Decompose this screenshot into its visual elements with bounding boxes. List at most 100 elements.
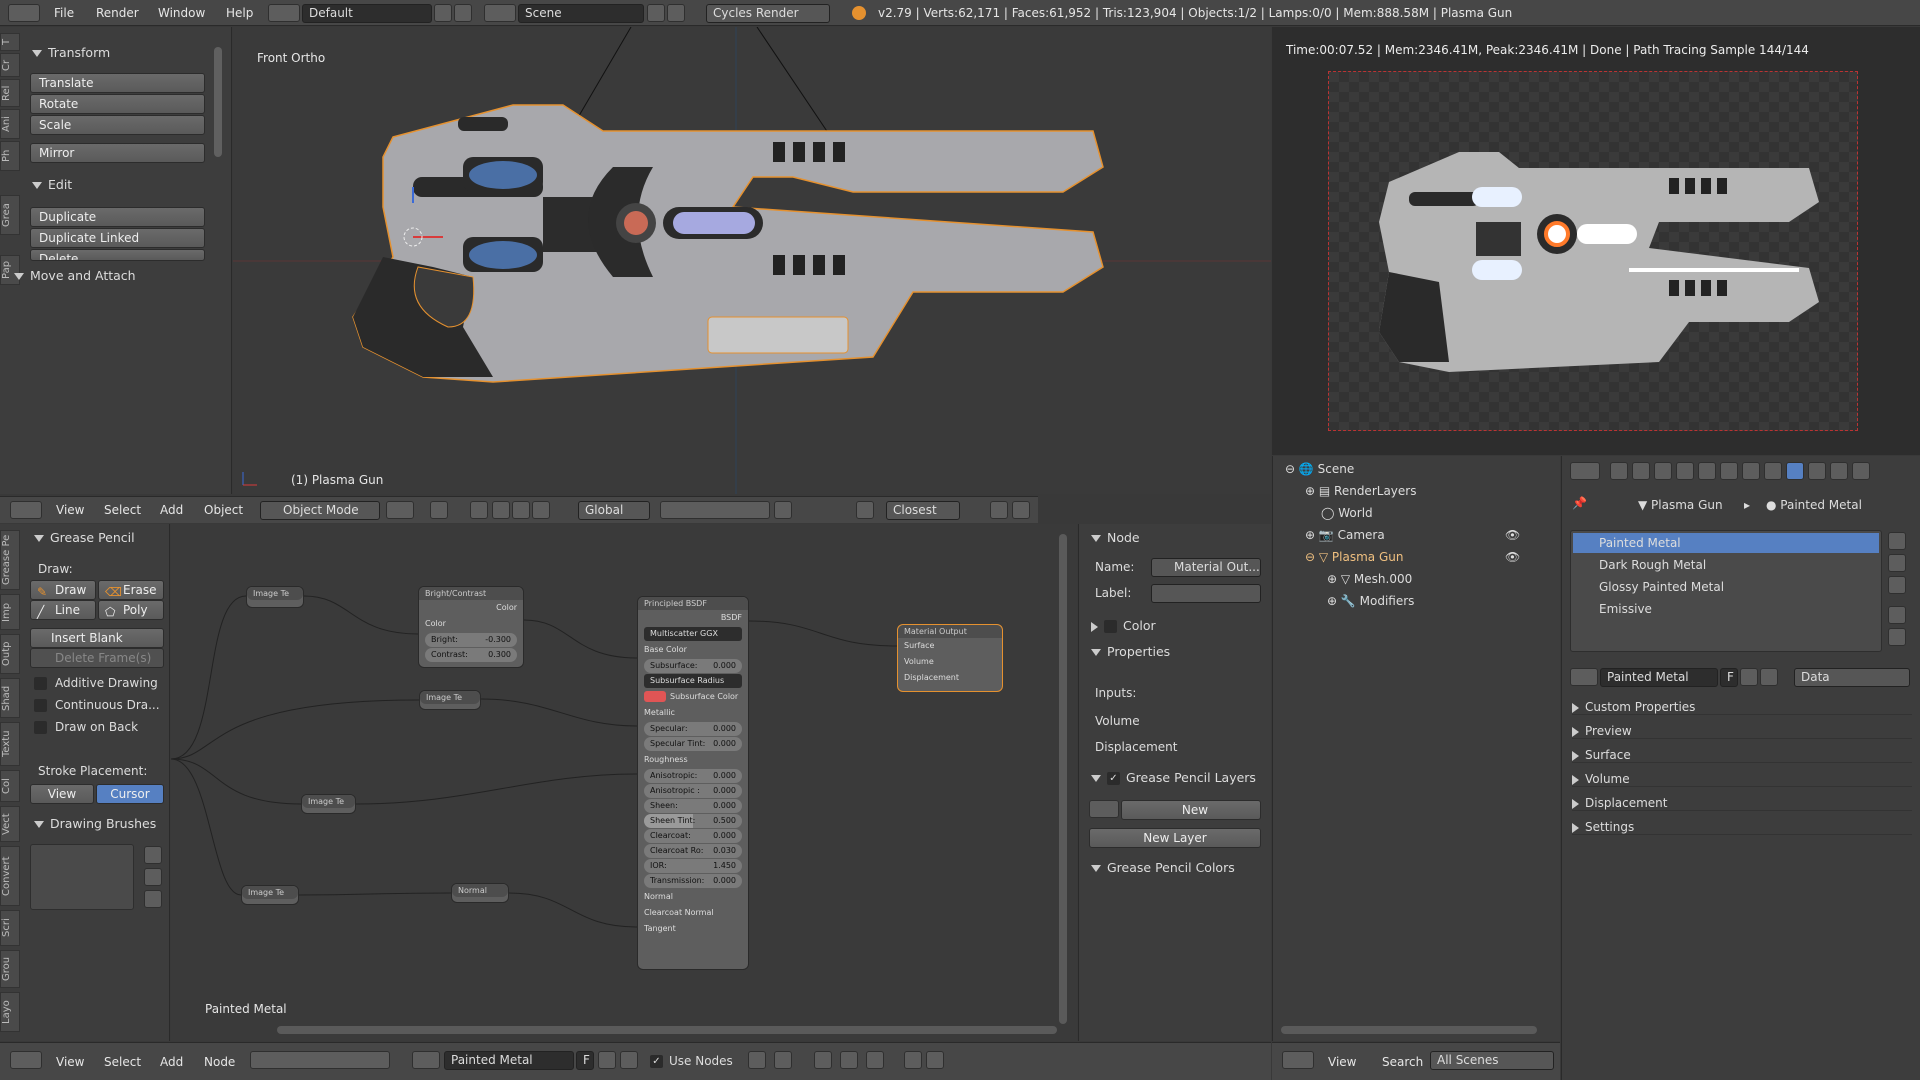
info-editor-icon[interactable]	[8, 4, 40, 22]
backdrop-icon[interactable]	[840, 1051, 858, 1069]
move-slot-down-icon[interactable]	[1888, 628, 1906, 646]
layers-tab-icon[interactable]	[1632, 462, 1650, 480]
tab-physics[interactable]: Ph	[0, 141, 20, 171]
node-menu-node[interactable]: Node	[196, 1049, 243, 1075]
draw-button[interactable]: ✎ Draw	[30, 580, 96, 600]
use-nodes-checkbox[interactable]: ✓ Use Nodes	[650, 1054, 733, 1068]
specular-field[interactable]: Specular: 0.000	[644, 722, 742, 736]
image-texture-node-3[interactable]: Image Te	[301, 794, 356, 814]
new-gp-button[interactable]: New	[1121, 800, 1261, 820]
erase-button[interactable]: ⌫ Erase	[98, 580, 164, 600]
scale-button[interactable]: Scale	[30, 115, 205, 135]
menu-render[interactable]: Render	[88, 0, 147, 26]
node-menu-add[interactable]: Add	[152, 1049, 191, 1075]
material-browse-icon[interactable]	[412, 1051, 440, 1069]
node-name-field[interactable]: Material Out...	[1151, 558, 1261, 577]
outliner-mesh[interactable]: ⊕ ▽ Mesh.000	[1327, 572, 1412, 586]
layers-icon[interactable]	[660, 501, 770, 519]
color-panel-header[interactable]: Color	[1091, 618, 1156, 633]
tab-grease[interactable]: Grea	[0, 195, 20, 235]
anisotropic-rotation-field[interactable]: Anisotropic :0.000	[644, 784, 742, 798]
properties-type-icon[interactable]	[1570, 462, 1600, 480]
translate-button[interactable]: Translate	[30, 73, 205, 93]
tab-grease-pencil[interactable]: Grease Pe	[0, 530, 20, 590]
slot-menu-icon[interactable]	[1888, 576, 1906, 594]
displacement-panel[interactable]: Displacement	[1572, 796, 1912, 811]
material-slot-glossy-painted-metal[interactable]: Glossy Painted Metal	[1573, 577, 1879, 597]
outliner-camera[interactable]: ⊕ 📷 Camera	[1305, 528, 1385, 542]
rotate-manip-icon[interactable]	[512, 501, 530, 519]
constraints-tab-icon[interactable]	[1720, 462, 1738, 480]
draw-on-back-checkbox[interactable]: Draw on Back	[34, 720, 138, 734]
tab-output[interactable]: Outp	[0, 634, 20, 674]
render-view[interactable]: Time:00:07.52 | Mem:2346.41M, Peak:2346.…	[1272, 27, 1920, 455]
surface-panel[interactable]: Surface	[1572, 748, 1912, 763]
snap-element-icon[interactable]	[866, 1051, 884, 1069]
outliner-renderlayers[interactable]: ⊕ ▤ RenderLayers	[1305, 484, 1416, 498]
remove-brush-icon[interactable]	[144, 868, 162, 886]
tab-vector[interactable]: Vect	[0, 806, 20, 842]
node-label-field[interactable]	[1151, 584, 1261, 603]
menu-add[interactable]: Add	[152, 497, 191, 523]
tab-layout[interactable]: Layo	[0, 992, 20, 1032]
translate-manip-icon[interactable]	[492, 501, 510, 519]
material-link-select[interactable]: Data	[1794, 668, 1910, 687]
tab-color[interactable]: Col	[0, 770, 20, 802]
remove-slot-icon[interactable]	[1888, 554, 1906, 572]
texture-tab-icon[interactable]	[1808, 462, 1826, 480]
menu-file[interactable]: File	[46, 0, 82, 26]
add-scene-icon[interactable]	[647, 4, 665, 22]
modifiers-tab-icon[interactable]	[1742, 462, 1760, 480]
sheen-tint-field[interactable]: Sheen Tint: 0.500	[644, 814, 742, 828]
3d-viewport[interactable]: Front Ortho (1) Plasma Gun	[233, 27, 1271, 494]
material-tab-icon[interactable]	[1786, 462, 1804, 480]
gp-layers-panel-header[interactable]: ✓ Grease Pencil Layers	[1091, 770, 1256, 785]
parent-node-icon[interactable]	[774, 1051, 792, 1069]
custom-properties-panel[interactable]: Custom Properties	[1572, 700, 1912, 715]
editor-type-icon[interactable]	[10, 501, 42, 519]
material-slot-list[interactable]: Painted Metal Dark Rough Metal Glossy Pa…	[1570, 530, 1882, 652]
tab-tools[interactable]: T	[0, 33, 20, 51]
specular-tint-field[interactable]: Specular Tint: 0.000	[644, 737, 742, 751]
material-output-node[interactable]: Material Output Surface Volume Displacem…	[897, 624, 1003, 692]
additive-drawing-checkbox[interactable]: Additive Drawing	[34, 676, 158, 690]
outliner-scene[interactable]: ⊖ 🌐 Scene	[1285, 462, 1354, 476]
node-menu-view[interactable]: View	[48, 1049, 92, 1075]
image-texture-node-1[interactable]: Image Te	[246, 586, 304, 608]
snap-target-select[interactable]: Closest	[886, 501, 960, 520]
close-scene-icon[interactable]	[667, 4, 685, 22]
outliner-menu-search[interactable]: Search	[1374, 1049, 1431, 1075]
material-fake-user-toggle[interactable]: F	[1720, 668, 1738, 687]
tab-relations[interactable]: Rel	[0, 79, 20, 107]
add-material-icon[interactable]	[598, 1051, 616, 1069]
distribution-select[interactable]: Multiscatter GGX	[644, 627, 742, 641]
brushes-list[interactable]	[30, 844, 134, 910]
tab-script[interactable]: Scri	[0, 910, 20, 946]
render-tab-icon[interactable]	[1610, 462, 1628, 480]
material-add-icon[interactable]	[1740, 668, 1758, 686]
transform-panel-header[interactable]: Transform	[32, 45, 110, 60]
gp-colors-panel-header[interactable]: Grease Pencil Colors	[1091, 860, 1235, 875]
material-browse-button-icon[interactable]	[1570, 668, 1598, 686]
shading-icon[interactable]	[386, 501, 414, 519]
material-unlink-icon[interactable]	[1760, 668, 1778, 686]
data-tab-icon[interactable]	[1764, 462, 1782, 480]
render-icon[interactable]	[990, 501, 1008, 519]
node-editor-h-scrollbar[interactable]	[277, 1026, 1057, 1034]
mode-select[interactable]: Object Mode	[260, 501, 380, 520]
grease-pencil-header[interactable]: Grease Pencil	[34, 530, 135, 545]
duplicate-linked-button[interactable]: Duplicate Linked	[30, 228, 205, 248]
edit-panel-header[interactable]: Edit	[32, 177, 72, 192]
move-attach-panel-header[interactable]: Move and Attach	[14, 268, 136, 283]
add-slot-icon[interactable]	[1888, 532, 1906, 550]
outliner-world[interactable]: ◯ World	[1321, 506, 1373, 520]
gp-pencil-icon[interactable]	[1089, 800, 1119, 818]
add-brush-icon[interactable]	[144, 846, 162, 864]
add-layout-icon[interactable]	[434, 4, 452, 22]
delete-frames-button[interactable]: Delete Frame(s)	[30, 648, 164, 668]
placement-view-button[interactable]: View	[30, 784, 94, 804]
node-editor-type-icon[interactable]	[10, 1051, 42, 1069]
brush-menu-icon[interactable]	[144, 890, 162, 908]
outliner-scrollbar[interactable]	[1281, 1026, 1537, 1034]
render-engine-select[interactable]: Cycles Render	[706, 4, 830, 23]
